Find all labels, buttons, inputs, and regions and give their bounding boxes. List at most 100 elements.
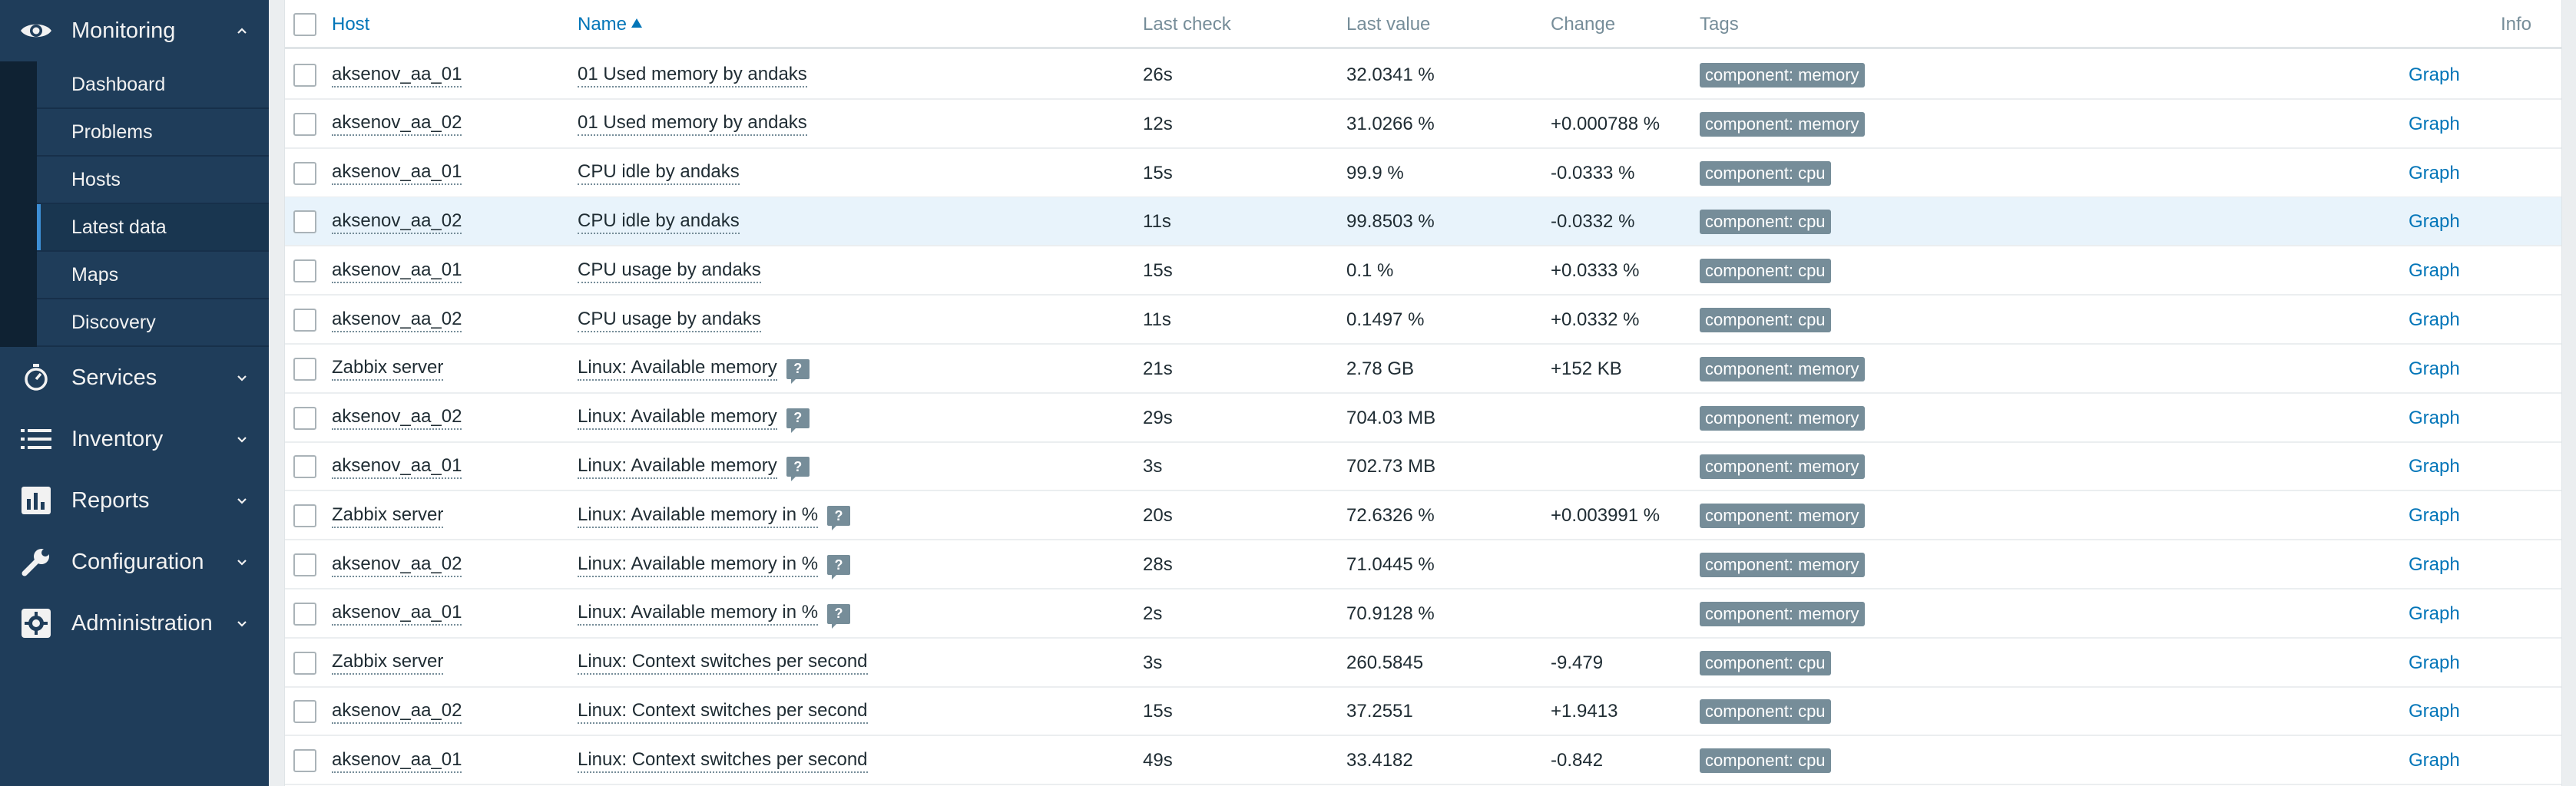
help-hint-icon[interactable]: ? bbox=[786, 408, 810, 433]
sidebar-item-maps[interactable]: Maps bbox=[37, 252, 269, 299]
graph-link[interactable]: Graph bbox=[2409, 603, 2460, 625]
item-name-link[interactable]: CPU usage by andaks bbox=[578, 259, 761, 283]
sidebar-item-label: Maps bbox=[71, 263, 119, 286]
row-checkbox[interactable] bbox=[293, 112, 316, 136]
row-checkbox[interactable] bbox=[293, 651, 316, 675]
row-checkbox[interactable] bbox=[293, 64, 316, 87]
graph-link[interactable]: Graph bbox=[2409, 554, 2460, 576]
host-link[interactable]: aksenov_aa_01 bbox=[332, 161, 462, 186]
nav-services[interactable]: Services bbox=[0, 347, 269, 408]
graph-link[interactable]: Graph bbox=[2409, 652, 2460, 674]
sidebar-item-problems[interactable]: Problems bbox=[37, 109, 269, 157]
graph-cell: Graph bbox=[2409, 687, 2460, 736]
tag-badge[interactable]: component: cpu bbox=[1700, 259, 1831, 284]
tag-badge[interactable]: component: cpu bbox=[1700, 699, 1831, 725]
row-checkbox[interactable] bbox=[293, 309, 316, 332]
graph-link[interactable]: Graph bbox=[2409, 701, 2460, 722]
host-link[interactable]: Zabbix server bbox=[332, 504, 444, 528]
row-checkbox[interactable] bbox=[293, 161, 316, 185]
nav-administration[interactable]: Administration bbox=[0, 593, 269, 654]
item-name-link[interactable]: Linux: Available memory in % bbox=[578, 504, 819, 528]
row-checkbox[interactable] bbox=[293, 504, 316, 528]
tag-badge[interactable]: component: cpu bbox=[1700, 748, 1831, 774]
nav-monitoring[interactable]: Monitoring bbox=[0, 0, 269, 61]
row-checkbox[interactable] bbox=[293, 357, 316, 381]
item-name-link[interactable]: 01 Used memory by andaks bbox=[578, 112, 807, 137]
tag-badge[interactable]: component: memory bbox=[1700, 63, 1865, 88]
item-name-link[interactable]: Linux: Available memory bbox=[578, 406, 777, 431]
sidebar-item-hosts[interactable]: Hosts bbox=[37, 157, 269, 204]
host-link[interactable]: aksenov_aa_02 bbox=[332, 700, 462, 724]
item-name-link[interactable]: Linux: Available memory bbox=[578, 357, 777, 381]
graph-link[interactable]: Graph bbox=[2409, 505, 2460, 527]
item-name-link[interactable]: Linux: Context switches per second bbox=[578, 749, 868, 773]
select-all-checkbox[interactable] bbox=[293, 13, 316, 36]
tag-badge[interactable]: component: memory bbox=[1700, 601, 1865, 626]
host-link[interactable]: aksenov_aa_01 bbox=[332, 749, 462, 773]
name-cell: Linux: Context switches per second bbox=[578, 639, 868, 688]
sidebar-item-discovery[interactable]: Discovery bbox=[37, 299, 269, 347]
sidebar-item-latest-data[interactable]: Latest data bbox=[37, 204, 269, 252]
row-checkbox[interactable] bbox=[293, 553, 316, 576]
help-hint-icon[interactable]: ? bbox=[786, 358, 810, 384]
graph-link[interactable]: Graph bbox=[2409, 456, 2460, 477]
help-hint-icon[interactable]: ? bbox=[827, 603, 851, 629]
graph-link[interactable]: Graph bbox=[2409, 211, 2460, 233]
change-cell: -9.479 bbox=[1551, 652, 1604, 673]
row-checkbox[interactable] bbox=[293, 210, 316, 234]
help-hint-icon[interactable]: ? bbox=[827, 506, 851, 531]
graph-link[interactable]: Graph bbox=[2409, 114, 2460, 135]
host-link[interactable]: aksenov_aa_01 bbox=[332, 64, 462, 88]
nav-configuration[interactable]: Configuration bbox=[0, 531, 269, 593]
host-link[interactable]: aksenov_aa_02 bbox=[332, 309, 462, 332]
tag-badge[interactable]: component: cpu bbox=[1700, 308, 1831, 332]
item-name-link[interactable]: Linux: Context switches per second bbox=[578, 651, 868, 675]
nav-reports[interactable]: Reports bbox=[0, 470, 269, 531]
host-link[interactable]: Zabbix server bbox=[332, 651, 444, 675]
item-name-link[interactable]: CPU idle by andaks bbox=[578, 161, 740, 186]
column-header-name[interactable]: Name bbox=[578, 0, 643, 49]
graph-link[interactable]: Graph bbox=[2409, 64, 2460, 86]
graph-link[interactable]: Graph bbox=[2409, 260, 2460, 282]
host-link[interactable]: aksenov_aa_02 bbox=[332, 112, 462, 137]
tag-badge[interactable]: component: memory bbox=[1700, 356, 1865, 381]
item-name-link[interactable]: Linux: Available memory in % bbox=[578, 553, 819, 577]
tag-badge[interactable]: component: cpu bbox=[1700, 210, 1831, 235]
tag-badge[interactable]: component: cpu bbox=[1700, 650, 1831, 675]
graph-link[interactable]: Graph bbox=[2409, 750, 2460, 771]
host-link[interactable]: aksenov_aa_02 bbox=[332, 553, 462, 577]
host-link[interactable]: aksenov_aa_01 bbox=[332, 259, 462, 283]
tag-badge[interactable]: component: memory bbox=[1700, 504, 1865, 529]
host-link[interactable]: Zabbix server bbox=[332, 357, 444, 381]
tag-badge[interactable]: component: memory bbox=[1700, 111, 1865, 137]
nav-inventory[interactable]: Inventory bbox=[0, 408, 269, 470]
help-hint-icon[interactable]: ? bbox=[827, 555, 851, 580]
item-name-link[interactable]: Linux: Context switches per second bbox=[578, 700, 868, 724]
tag-badge[interactable]: component: memory bbox=[1700, 553, 1865, 577]
item-name-link[interactable]: CPU usage by andaks bbox=[578, 309, 761, 332]
graph-link[interactable]: Graph bbox=[2409, 408, 2460, 429]
tag-badge[interactable]: component: memory bbox=[1700, 405, 1865, 431]
help-hint-icon[interactable]: ? bbox=[786, 457, 810, 482]
item-name-link[interactable]: CPU idle by andaks bbox=[578, 210, 740, 234]
tag-badge[interactable]: component: memory bbox=[1700, 454, 1865, 480]
column-header-host[interactable]: Host bbox=[332, 0, 369, 49]
host-link[interactable]: aksenov_aa_02 bbox=[332, 406, 462, 431]
host-link[interactable]: aksenov_aa_02 bbox=[332, 210, 462, 234]
row-checkbox[interactable] bbox=[293, 749, 316, 773]
graph-link[interactable]: Graph bbox=[2409, 358, 2460, 380]
tag-badge[interactable]: component: cpu bbox=[1700, 160, 1831, 186]
item-name-link[interactable]: 01 Used memory by andaks bbox=[578, 64, 807, 88]
row-checkbox[interactable] bbox=[293, 259, 316, 283]
graph-link[interactable]: Graph bbox=[2409, 309, 2460, 331]
row-checkbox[interactable] bbox=[293, 406, 316, 430]
sidebar-item-dashboard[interactable]: Dashboard bbox=[37, 61, 269, 109]
host-link[interactable]: aksenov_aa_01 bbox=[332, 602, 462, 626]
row-checkbox[interactable] bbox=[293, 700, 316, 724]
item-name-link[interactable]: Linux: Available memory in % bbox=[578, 602, 819, 626]
graph-link[interactable]: Graph bbox=[2409, 163, 2460, 184]
item-name-link[interactable]: Linux: Available memory bbox=[578, 455, 777, 479]
row-checkbox[interactable] bbox=[293, 455, 316, 479]
host-link[interactable]: aksenov_aa_01 bbox=[332, 455, 462, 479]
row-checkbox[interactable] bbox=[293, 602, 316, 626]
